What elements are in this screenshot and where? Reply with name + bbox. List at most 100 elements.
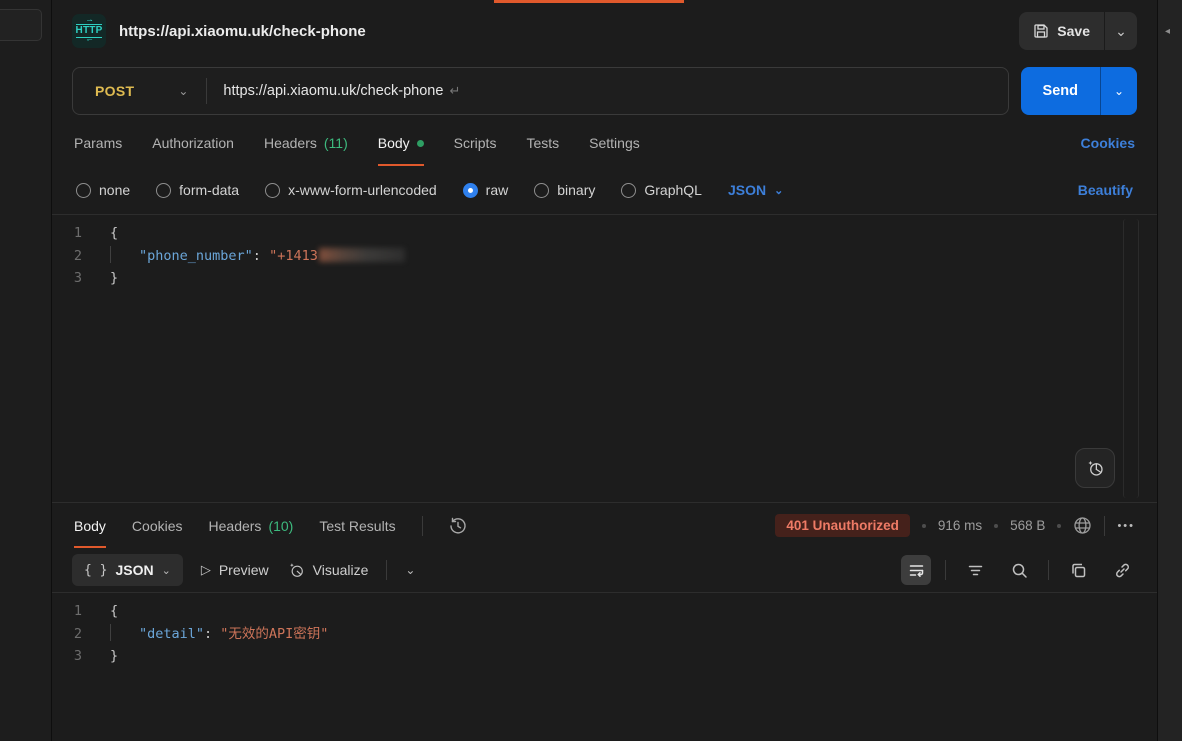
indent-guide xyxy=(110,624,111,641)
radio-raw[interactable]: raw xyxy=(463,182,509,198)
code-key: "phone_number" xyxy=(139,248,253,264)
response-size[interactable]: 568 B xyxy=(1010,518,1045,533)
filter-button[interactable] xyxy=(960,555,990,585)
code-value-visible: "+1413 xyxy=(269,248,318,264)
tab-headers[interactable]: Headers(11) xyxy=(264,120,348,166)
method-chevron-down-icon[interactable]: ⌄ xyxy=(134,84,206,98)
send-button[interactable]: Send xyxy=(1021,67,1100,115)
code-open-brace: { xyxy=(110,222,118,245)
editor-scrollbar-gutter[interactable] xyxy=(1123,219,1139,498)
link-button[interactable] xyxy=(1107,555,1137,585)
right-sidebar[interactable]: ◂ xyxy=(1157,0,1182,741)
tab-label: Test Results xyxy=(319,518,395,534)
divider xyxy=(1104,516,1105,536)
line-number: 3 xyxy=(52,645,110,668)
active-tab-indicator xyxy=(494,0,684,3)
tab-label: Tests xyxy=(526,135,559,151)
request-title: https://api.xiaomu.uk/check-phone xyxy=(119,23,366,40)
send-dropdown-button[interactable]: ⌄ xyxy=(1101,67,1137,115)
chevron-down-icon: ⌄ xyxy=(162,564,171,577)
response-format-value: JSON xyxy=(115,562,153,578)
response-tab-test-results[interactable]: Test Results xyxy=(319,503,395,548)
visualize-button[interactable]: Visualize xyxy=(287,561,369,579)
response-tab-body[interactable]: Body xyxy=(74,503,106,548)
preview-label: Preview xyxy=(219,562,269,578)
tab-count: (10) xyxy=(268,518,293,534)
request-body-editor[interactable]: 1 { 2 "phone_number": "+1413 3 } xyxy=(52,214,1157,502)
copy-button[interactable] xyxy=(1063,555,1093,585)
code-key: "detail" xyxy=(139,626,204,642)
radio-graphql[interactable]: GraphQL xyxy=(621,182,702,198)
chevron-left-icon: ◂ xyxy=(1165,26,1170,37)
radio-label: binary xyxy=(557,182,595,198)
radio-label: raw xyxy=(486,182,509,198)
preview-button[interactable]: ▷ Preview xyxy=(201,562,269,578)
response-body-editor[interactable]: 1 { 2 "detail": "无效的API密钥" 3 } xyxy=(52,592,1157,741)
separator-dot xyxy=(994,524,998,528)
indent-guide xyxy=(110,246,111,263)
redacted-value xyxy=(319,248,405,262)
separator-dot xyxy=(1057,524,1061,528)
url-input[interactable]: https://api.xiaomu.uk/check-phone xyxy=(207,83,443,99)
response-toolbar: { } JSON ⌄ ▷ Preview Visualize ⌄ xyxy=(52,548,1157,592)
wrap-text-button[interactable] xyxy=(901,555,931,585)
code-line: 2 "detail": "无效的API密钥" xyxy=(52,623,1157,646)
tab-authorization[interactable]: Authorization xyxy=(152,120,234,166)
code-line: 1 { xyxy=(52,222,1157,245)
tab-body[interactable]: Body xyxy=(378,120,424,166)
divider xyxy=(386,560,387,580)
code-line: 3 } xyxy=(52,645,1157,668)
network-info-button[interactable] xyxy=(1073,516,1092,535)
sidebar-collapsed-tab[interactable] xyxy=(0,9,42,41)
modified-dot-icon xyxy=(417,140,424,147)
response-tab-cookies[interactable]: Cookies xyxy=(132,503,183,548)
search-button[interactable] xyxy=(1004,555,1034,585)
code-line: 2 "phone_number": "+1413 xyxy=(52,245,1157,268)
http-method-icon: ⇀ HTTP ↽ xyxy=(72,14,106,48)
divider xyxy=(422,516,423,536)
response-time[interactable]: 916 ms xyxy=(938,518,982,533)
save-button-group: Save ⌄ xyxy=(1019,12,1137,50)
code-open-brace: { xyxy=(110,600,118,623)
radio-label: x-www-form-urlencoded xyxy=(288,182,437,198)
visualize-sparkle-icon xyxy=(287,561,305,579)
cookies-link[interactable]: Cookies xyxy=(1081,135,1135,151)
link-icon xyxy=(1114,562,1131,579)
method-selector[interactable]: POST xyxy=(73,83,134,99)
save-dropdown-button[interactable]: ⌄ xyxy=(1105,12,1137,50)
tab-label: Settings xyxy=(589,135,640,151)
tab-params[interactable]: Params xyxy=(74,120,122,166)
raw-language-select[interactable]: JSON ⌄ xyxy=(728,182,783,198)
save-button[interactable]: Save xyxy=(1019,12,1104,50)
radio-form-data[interactable]: form-data xyxy=(156,182,239,198)
app-window: ⇀ HTTP ↽ https://api.xiaomu.uk/check-pho… xyxy=(0,0,1182,741)
radio-icon xyxy=(76,183,91,198)
chevron-down-icon: ⌄ xyxy=(1115,23,1127,40)
radio-selected-icon xyxy=(463,183,478,198)
more-options-button[interactable]: ••• xyxy=(1117,520,1135,532)
radio-x-www-form-urlencoded[interactable]: x-www-form-urlencoded xyxy=(265,182,437,198)
status-badge[interactable]: 401 Unauthorized xyxy=(775,514,910,537)
radio-none[interactable]: none xyxy=(76,182,130,198)
tab-scripts[interactable]: Scripts xyxy=(454,120,497,166)
url-input-container: POST ⌄ https://api.xiaomu.uk/check-phone… xyxy=(72,67,1009,115)
response-tab-headers[interactable]: Headers(10) xyxy=(209,503,294,548)
code-separator: : xyxy=(253,248,269,264)
filter-icon xyxy=(967,562,984,579)
radio-icon xyxy=(265,183,280,198)
response-format-select[interactable]: { } JSON ⌄ xyxy=(72,554,183,586)
chevron-down-icon[interactable]: ⌄ xyxy=(405,563,415,577)
beautify-link[interactable]: Beautify xyxy=(1078,182,1133,198)
response-history-button[interactable] xyxy=(449,517,467,535)
postbot-ai-button[interactable] xyxy=(1075,448,1115,488)
main-panel: ⇀ HTTP ↽ https://api.xiaomu.uk/check-pho… xyxy=(52,0,1157,741)
wrap-text-icon xyxy=(908,562,925,579)
tab-tests[interactable]: Tests xyxy=(526,120,559,166)
response-tabs: Body Cookies Headers(10) Test Results 40… xyxy=(52,502,1157,548)
chevron-down-icon: ⌄ xyxy=(1114,84,1124,98)
radio-label: GraphQL xyxy=(644,182,702,198)
body-type-row: none form-data x-www-form-urlencoded raw… xyxy=(52,166,1157,214)
tab-settings[interactable]: Settings xyxy=(589,120,640,166)
chevron-down-icon: ⌄ xyxy=(774,184,783,197)
radio-binary[interactable]: binary xyxy=(534,182,595,198)
